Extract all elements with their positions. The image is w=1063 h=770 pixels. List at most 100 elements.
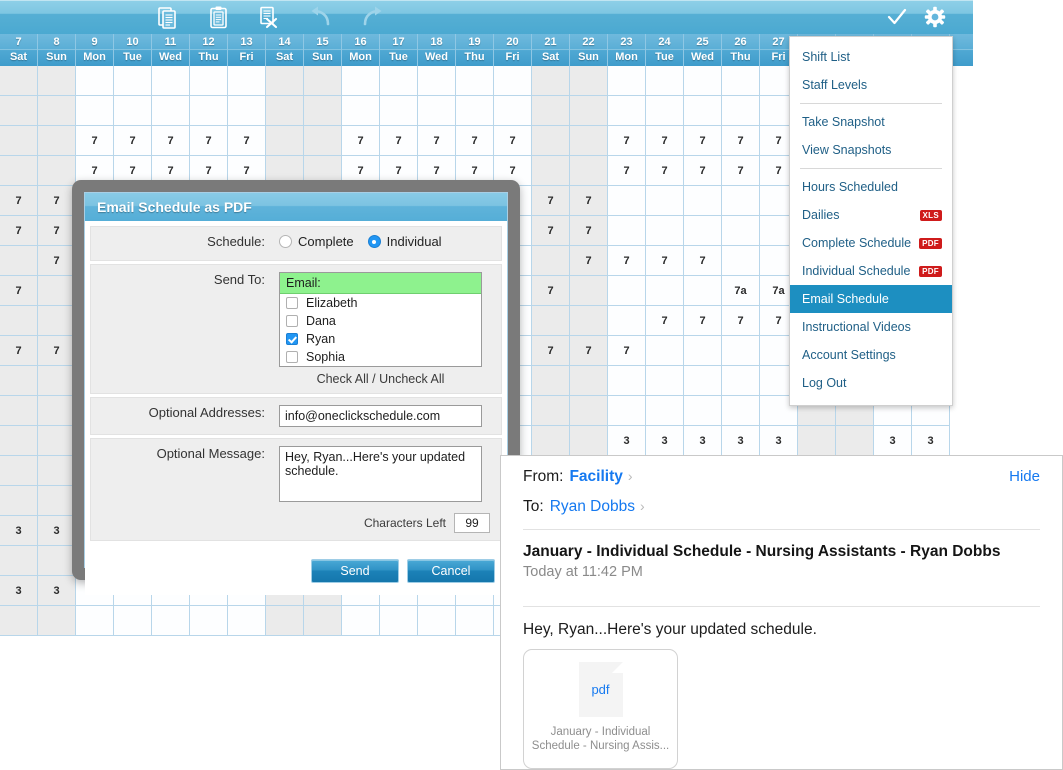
menu-item-individual-schedule[interactable]: Individual Schedule PDF <box>790 257 952 285</box>
schedule-cell[interactable] <box>722 246 760 276</box>
schedule-cell[interactable] <box>532 396 570 426</box>
schedule-cell[interactable] <box>608 216 646 246</box>
schedule-cell[interactable]: 7a <box>722 276 760 306</box>
schedule-cell[interactable] <box>76 96 114 126</box>
schedule-cell[interactable] <box>684 96 722 126</box>
schedule-cell[interactable] <box>684 216 722 246</box>
schedule-cell[interactable]: 7 <box>684 156 722 186</box>
schedule-cell[interactable] <box>380 606 418 636</box>
schedule-cell[interactable] <box>684 66 722 96</box>
schedule-cell[interactable] <box>570 276 608 306</box>
schedule-cell[interactable] <box>190 606 228 636</box>
schedule-cell[interactable] <box>532 126 570 156</box>
paste-button[interactable] <box>195 0 243 34</box>
schedule-cell[interactable] <box>38 306 76 336</box>
schedule-cell[interactable]: 7 <box>0 276 38 306</box>
schedule-cell[interactable] <box>570 306 608 336</box>
schedule-cell[interactable]: 7 <box>570 186 608 216</box>
schedule-cell[interactable] <box>38 156 76 186</box>
schedule-cell[interactable] <box>0 366 38 396</box>
schedule-cell[interactable]: 7 <box>38 336 76 366</box>
schedule-cell[interactable] <box>114 96 152 126</box>
schedule-cell[interactable] <box>380 96 418 126</box>
schedule-cell[interactable]: 7 <box>646 246 684 276</box>
schedule-cell[interactable] <box>646 66 684 96</box>
schedule-cell[interactable]: 3 <box>608 426 646 456</box>
schedule-cell[interactable] <box>266 606 304 636</box>
schedule-cell[interactable] <box>608 66 646 96</box>
schedule-cell[interactable] <box>304 66 342 96</box>
menu-item-instructional-videos[interactable]: Instructional Videos <box>790 313 952 341</box>
recipient-elizabeth[interactable]: Elizabeth <box>280 294 481 312</box>
schedule-cell[interactable] <box>570 396 608 426</box>
schedule-cell[interactable] <box>608 366 646 396</box>
schedule-cell[interactable] <box>152 606 190 636</box>
schedule-cell[interactable] <box>304 126 342 156</box>
schedule-cell[interactable] <box>570 66 608 96</box>
menu-item-account-settings[interactable]: Account Settings <box>790 341 952 369</box>
schedule-cell[interactable] <box>532 156 570 186</box>
schedule-cell[interactable] <box>532 246 570 276</box>
schedule-cell[interactable] <box>684 396 722 426</box>
schedule-cell[interactable] <box>38 456 76 486</box>
schedule-cell[interactable] <box>418 66 456 96</box>
schedule-cell[interactable] <box>456 606 494 636</box>
schedule-cell[interactable] <box>646 366 684 396</box>
schedule-cell[interactable] <box>114 606 152 636</box>
schedule-cell[interactable] <box>570 366 608 396</box>
schedule-cell[interactable]: 7 <box>608 336 646 366</box>
schedule-cell[interactable] <box>608 306 646 336</box>
menu-item-complete-schedule[interactable]: Complete Schedule PDF <box>790 229 952 257</box>
schedule-cell[interactable]: 7 <box>494 126 532 156</box>
schedule-cell[interactable]: 7 <box>608 156 646 186</box>
schedule-cell[interactable]: 7 <box>0 186 38 216</box>
copy-button[interactable] <box>144 0 192 34</box>
schedule-cell[interactable] <box>722 66 760 96</box>
schedule-cell[interactable] <box>0 126 38 156</box>
recipient-checkbox[interactable] <box>286 351 298 363</box>
schedule-cell[interactable] <box>228 96 266 126</box>
schedule-cell[interactable] <box>608 396 646 426</box>
schedule-cell[interactable] <box>380 66 418 96</box>
schedule-cell[interactable]: 7 <box>532 216 570 246</box>
schedule-cell[interactable] <box>152 66 190 96</box>
schedule-cell[interactable]: 3 <box>722 426 760 456</box>
recipient-sophia[interactable]: Sophia <box>280 348 481 366</box>
redo-button[interactable] <box>348 0 396 34</box>
schedule-cell[interactable] <box>0 546 38 576</box>
menu-item-email-schedule[interactable]: Email Schedule <box>790 285 952 313</box>
schedule-cell[interactable] <box>342 96 380 126</box>
schedule-cell[interactable] <box>228 66 266 96</box>
schedule-cell[interactable]: 7 <box>722 126 760 156</box>
schedule-cell[interactable] <box>532 366 570 396</box>
schedule-cell[interactable]: 7 <box>38 216 76 246</box>
schedule-cell[interactable] <box>532 306 570 336</box>
recipient-ryan[interactable]: Ryan <box>280 330 481 348</box>
schedule-cell[interactable]: 7 <box>684 246 722 276</box>
schedule-cell[interactable] <box>494 66 532 96</box>
recipient-checkbox[interactable] <box>286 333 298 345</box>
schedule-cell[interactable]: 7 <box>684 126 722 156</box>
schedule-cell[interactable] <box>0 426 38 456</box>
email-attachment[interactable]: pdf January - Individual Schedule - Nurs… <box>523 649 678 769</box>
schedule-cell[interactable]: 7 <box>532 336 570 366</box>
undo-button[interactable] <box>297 0 345 34</box>
radio-button[interactable] <box>279 235 292 248</box>
schedule-cell[interactable] <box>38 426 76 456</box>
schedule-cell[interactable]: 7 <box>646 126 684 156</box>
schedule-cell[interactable] <box>114 66 152 96</box>
schedule-cell[interactable]: 7 <box>684 306 722 336</box>
menu-item-take-snapshot[interactable]: Take Snapshot <box>790 108 952 136</box>
radio-button[interactable] <box>367 235 381 248</box>
menu-item-hours-scheduled[interactable]: Hours Scheduled <box>790 173 952 201</box>
schedule-cell[interactable]: 7 <box>570 216 608 246</box>
main-dropdown-menu[interactable]: Shift List Staff Levels Take Snapshot View … <box>789 36 953 406</box>
schedule-cell[interactable]: 7 <box>0 216 38 246</box>
schedule-cell[interactable] <box>418 606 456 636</box>
schedule-cell[interactable]: 3 <box>646 426 684 456</box>
schedule-cell[interactable] <box>798 426 836 456</box>
schedule-cell[interactable] <box>494 96 532 126</box>
schedule-cell[interactable] <box>0 456 38 486</box>
schedule-cell[interactable] <box>608 276 646 306</box>
schedule-cell[interactable] <box>456 66 494 96</box>
